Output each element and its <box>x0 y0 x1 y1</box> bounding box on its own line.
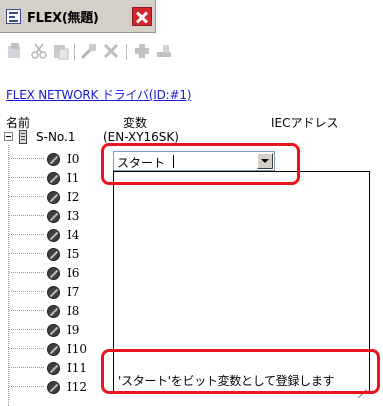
tree-leaf[interactable]: I5 <box>0 245 120 263</box>
bit-icon <box>47 267 60 280</box>
bit-icon <box>47 172 60 185</box>
tab-title: FLEX(無題) <box>27 11 99 26</box>
bit-icon <box>47 210 60 223</box>
tree-leaf[interactable]: I4 <box>0 226 120 244</box>
toolbar-separator <box>126 44 127 60</box>
leaf-label: I4 <box>67 228 80 242</box>
highlight-register-hint <box>101 349 380 394</box>
tree-leaf[interactable]: I7 <box>0 283 120 301</box>
tree-leaf[interactable]: I9 <box>0 321 120 339</box>
leaf-label: I5 <box>67 247 80 261</box>
collapse-icon[interactable] <box>4 132 13 141</box>
tab-flex[interactable]: FLEX(無題) <box>0 0 156 33</box>
leaf-label: I7 <box>67 285 80 299</box>
module-icon <box>19 130 27 144</box>
root-label: S-No.1 <box>36 130 76 144</box>
bit-icon <box>47 229 60 242</box>
bit-icon <box>47 286 60 299</box>
add-icon[interactable] <box>80 42 98 60</box>
leaf-label: I8 <box>67 304 80 318</box>
bit-icon <box>47 362 60 375</box>
bit-icon <box>47 324 60 337</box>
bit-icon <box>47 248 60 261</box>
leaf-label: I12 <box>67 380 88 394</box>
bit-icon <box>47 191 60 204</box>
tab-bar: FLEX(無題) <box>0 0 383 33</box>
bit-icon <box>47 305 60 318</box>
insert-icon[interactable] <box>6 42 24 60</box>
tree-leaf[interactable]: I6 <box>0 264 120 282</box>
leaf-label: I0 <box>67 152 80 166</box>
leaf-label: I9 <box>67 323 80 337</box>
delete-icon[interactable] <box>102 42 120 60</box>
tree-leaf[interactable]: I2 <box>0 188 120 206</box>
leaf-label: I2 <box>67 190 80 204</box>
tree-leaf[interactable]: I8 <box>0 302 120 320</box>
bit-icon <box>47 153 60 166</box>
tree-leaf[interactable]: I3 <box>0 207 120 225</box>
toolbar-separator <box>74 44 75 60</box>
leaf-label: I11 <box>67 361 88 375</box>
bit-icon <box>47 381 60 394</box>
leaf-label: I6 <box>67 266 80 280</box>
driver-link[interactable]: FLEX NETWORK ドライバ(ID:#1) <box>6 86 191 103</box>
bit-icon <box>47 343 60 356</box>
root-model: (EN-XY16SK) <box>103 130 179 144</box>
remove-device-icon[interactable] <box>155 42 173 60</box>
leaf-label: I1 <box>67 171 80 185</box>
leaf-label: I3 <box>67 209 80 223</box>
highlight-variable-input <box>101 143 300 185</box>
add-device-icon[interactable] <box>133 42 151 60</box>
screen-icon <box>6 9 21 24</box>
cut-icon[interactable] <box>30 42 48 60</box>
toolbar <box>0 33 383 69</box>
close-icon[interactable] <box>132 7 152 26</box>
leaf-label: I10 <box>67 342 88 356</box>
paste-icon[interactable] <box>52 42 70 60</box>
